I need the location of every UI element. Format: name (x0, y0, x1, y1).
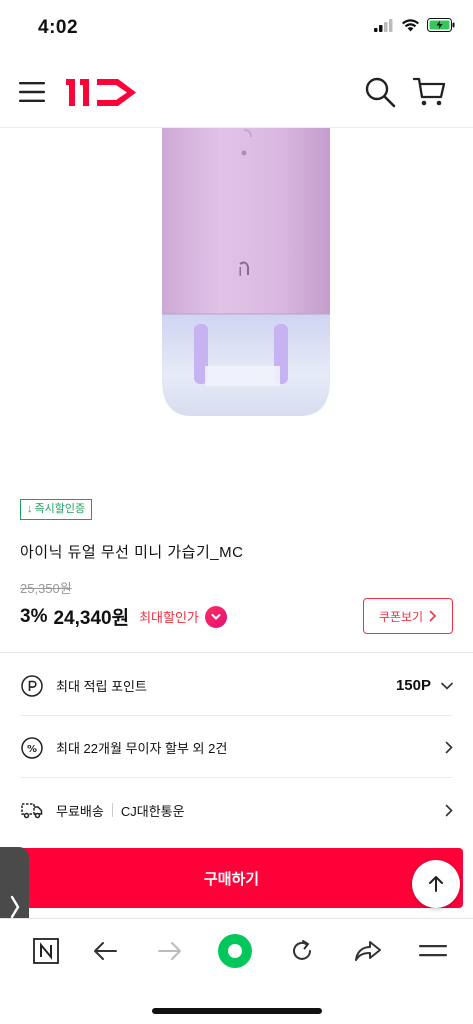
wifi-icon (402, 19, 419, 32)
naver-icon (33, 938, 59, 964)
courier-label: CJ대한통운 (120, 803, 185, 819)
chevron-right-icon (445, 804, 453, 816)
divider (0, 652, 473, 653)
points-value: 150P (395, 677, 431, 694)
battery-icon (427, 18, 455, 32)
price-row: 3% 24,340원 최대할인가 (20, 603, 227, 630)
chevron-down-icon (211, 613, 221, 619)
chevron-right-icon (445, 741, 453, 754)
share-button[interactable] (350, 933, 386, 969)
menu-icon (19, 82, 45, 102)
menu-button[interactable] (18, 78, 46, 106)
status-icons (374, 18, 455, 32)
search-button[interactable] (364, 76, 396, 108)
truck-icon (21, 803, 43, 819)
back-icon (94, 942, 117, 960)
more-button[interactable] (415, 933, 451, 969)
naver-button[interactable] (28, 933, 64, 969)
product-title: 아이닉 듀얼 무선 미니 가습기_MC (20, 544, 244, 561)
arrow-up-icon (429, 876, 443, 892)
chevron-down-icon (441, 682, 453, 690)
original-price: 25,350원 (20, 581, 72, 596)
signal-icon (374, 18, 393, 32)
separator (111, 803, 113, 817)
points-row[interactable]: 최대 적립 포인트 150P (20, 656, 453, 716)
status-time: 4:02 (38, 17, 79, 38)
scroll-top-button[interactable] (412, 860, 460, 908)
delivery-row[interactable]: 무료배송 CJ대한통운 (20, 780, 453, 840)
max-discount-label[interactable]: 최대할인가 (139, 607, 199, 626)
installment-label: 최대 22개월 무이자 할부 외 2건 (56, 741, 228, 756)
discount-rate: 3% (20, 605, 48, 627)
chevron-right-icon (429, 610, 437, 622)
svg-text:%: % (27, 744, 37, 755)
coupon-label: 쿠폰보기 (378, 609, 424, 624)
app-header (0, 56, 473, 128)
browser-toolbar (0, 918, 473, 982)
logo[interactable] (66, 74, 138, 115)
delivery-label: 무료배송 CJ대한통운 (56, 801, 445, 820)
back-button[interactable] (87, 933, 123, 969)
forward-button[interactable] (152, 933, 188, 969)
installment-row[interactable]: % 최대 22개월 무이자 할부 외 2건 (20, 718, 453, 778)
status-bar: 4:02 (0, 0, 473, 56)
product-image[interactable]: ı (0, 128, 473, 480)
percent-icon: % (21, 736, 43, 759)
home-icon (218, 934, 252, 968)
sale-price: 24,340원 (53, 608, 130, 629)
refresh-icon (293, 940, 311, 960)
points-label: 최대 적립 포인트 (56, 679, 147, 694)
instant-discount-badge: ↓ 즉시할인증 (20, 499, 93, 520)
humidifier-image: ı (162, 128, 330, 416)
share-icon (355, 941, 381, 961)
more-icon (419, 945, 447, 957)
coupon-button[interactable]: 쿠폰보기 (363, 598, 453, 634)
buy-button[interactable]: 구매하기 (0, 848, 463, 908)
max-discount-toggle[interactable] (204, 605, 227, 628)
buy-bar: 구매하기 (0, 846, 473, 918)
refresh-button[interactable] (284, 933, 320, 969)
point-icon (21, 674, 43, 697)
home-button[interactable] (217, 933, 253, 969)
free-shipping-label: 무료배송 (56, 803, 104, 819)
forward-icon (158, 942, 181, 960)
down-arrow-icon: ↓ (27, 503, 33, 515)
badge-label: 즉시할인증 (34, 503, 86, 515)
chevron-right-icon (10, 895, 19, 919)
search-icon (365, 77, 396, 108)
home-indicator (152, 1008, 322, 1014)
eleven-street-logo-icon (66, 79, 136, 106)
cart-button[interactable] (412, 74, 446, 108)
cart-icon (412, 77, 446, 106)
